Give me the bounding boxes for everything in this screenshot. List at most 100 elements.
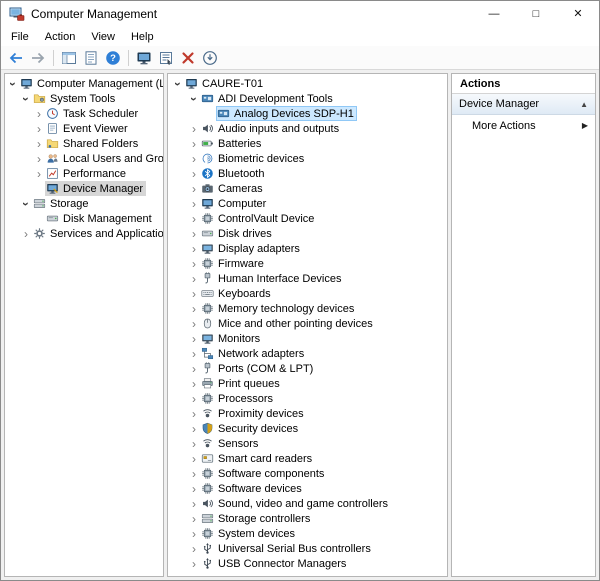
tree-item-monitors[interactable]: ›Monitors: [168, 331, 447, 346]
tree-item-content[interactable]: Task Scheduler: [45, 106, 141, 121]
menu-file[interactable]: File: [3, 31, 37, 43]
tree-item-computer-management-local[interactable]: ›Computer Management (Local: [5, 76, 163, 91]
tree-item-sensors[interactable]: ›Sensors: [168, 436, 447, 451]
uninstall-button[interactable]: [178, 48, 198, 68]
tree-item-content[interactable]: Storage: [32, 196, 92, 211]
chevron-collapsed-icon[interactable]: ›: [188, 317, 200, 331]
tree-item-bluetooth[interactable]: ›Bluetooth: [168, 166, 447, 181]
chevron-collapsed-icon[interactable]: ›: [188, 557, 200, 571]
tree-item-event-viewer[interactable]: ›Event Viewer: [5, 121, 163, 136]
tree-item-content[interactable]: Firmware: [200, 256, 267, 271]
export-list-button[interactable]: [81, 48, 101, 68]
chevron-collapsed-icon[interactable]: ›: [188, 242, 200, 256]
tree-item-content[interactable]: Memory technology devices: [200, 301, 357, 316]
tree-item-content[interactable]: Disk drives: [200, 226, 275, 241]
tree-item-content[interactable]: Performance: [45, 166, 129, 181]
chevron-collapsed-icon[interactable]: ›: [188, 272, 200, 286]
tree-item-content[interactable]: Universal Serial Bus controllers: [200, 541, 374, 556]
menu-view[interactable]: View: [83, 31, 123, 43]
tree-item-content[interactable]: ControlVault Device: [200, 211, 317, 226]
tree-item-content[interactable]: CAURE-T01: [184, 76, 266, 91]
tree-item-content[interactable]: Audio inputs and outputs: [200, 121, 342, 136]
chevron-collapsed-icon[interactable]: ›: [20, 227, 32, 241]
tree-item-system-devices[interactable]: ›System devices: [168, 526, 447, 541]
tree-item-content[interactable]: Storage controllers: [200, 511, 313, 526]
tree-item-content[interactable]: System Tools: [32, 91, 118, 106]
tree-item-proximity-devices[interactable]: ›Proximity devices: [168, 406, 447, 421]
chevron-collapsed-icon[interactable]: ›: [33, 167, 45, 181]
tree-item-content[interactable]: Device Manager: [45, 181, 146, 196]
tree-item-content[interactable]: Disk Management: [45, 211, 155, 226]
tree-item-task-scheduler[interactable]: ›Task Scheduler: [5, 106, 163, 121]
chevron-collapsed-icon[interactable]: ›: [188, 227, 200, 241]
tree-item-cameras[interactable]: ›Cameras: [168, 181, 447, 196]
tree-item-content[interactable]: Computer: [200, 196, 269, 211]
tree-item-display-adapters[interactable]: ›Display adapters: [168, 241, 447, 256]
chevron-collapsed-icon[interactable]: ›: [188, 197, 200, 211]
tree-item-caure-t01[interactable]: ›CAURE-T01: [168, 76, 447, 91]
tree-item-content[interactable]: Mice and other pointing devices: [200, 316, 376, 331]
tree-item-audio-inputs-and-outputs[interactable]: ›Audio inputs and outputs: [168, 121, 447, 136]
chevron-collapsed-icon[interactable]: ›: [188, 137, 200, 151]
chevron-collapsed-icon[interactable]: ›: [33, 107, 45, 121]
chevron-collapsed-icon[interactable]: ›: [188, 527, 200, 541]
tree-item-security-devices[interactable]: ›Security devices: [168, 421, 447, 436]
tree-item-content[interactable]: Processors: [200, 391, 276, 406]
tree-item-print-queues[interactable]: ›Print queues: [168, 376, 447, 391]
tree-item-human-interface-devices[interactable]: ›Human Interface Devices: [168, 271, 447, 286]
tree-item-content[interactable]: Security devices: [200, 421, 301, 436]
collapse-section-icon[interactable]: ▲: [580, 100, 588, 109]
chevron-collapsed-icon[interactable]: ›: [188, 452, 200, 466]
chevron-collapsed-icon[interactable]: ›: [188, 347, 200, 361]
tree-item-content[interactable]: Biometric devices: [200, 151, 307, 166]
tree-item-content[interactable]: Sound, video and game controllers: [200, 496, 391, 511]
tree-item-content[interactable]: Shared Folders: [45, 136, 141, 151]
chevron-collapsed-icon[interactable]: ›: [188, 332, 200, 346]
tree-item-content[interactable]: Display adapters: [200, 241, 303, 256]
tree-item-content[interactable]: Smart card readers: [200, 451, 315, 466]
tree-item-content[interactable]: System devices: [200, 526, 298, 541]
chevron-collapsed-icon[interactable]: ›: [188, 407, 200, 421]
chevron-collapsed-icon[interactable]: ›: [188, 182, 200, 196]
tree-item-content[interactable]: Print queues: [200, 376, 283, 391]
tree-item-firmware[interactable]: ›Firmware: [168, 256, 447, 271]
more-actions-item[interactable]: More Actions ▶: [452, 115, 595, 136]
chevron-collapsed-icon[interactable]: ›: [188, 167, 200, 181]
chevron-collapsed-icon[interactable]: ›: [188, 257, 200, 271]
chevron-collapsed-icon[interactable]: ›: [33, 152, 45, 166]
tree-item-services-and-applications[interactable]: ›Services and Applications: [5, 226, 163, 241]
tree-item-content[interactable]: Batteries: [200, 136, 264, 151]
tree-item-mice-and-other-pointing-devices[interactable]: ›Mice and other pointing devices: [168, 316, 447, 331]
tree-item-usb-connector-managers[interactable]: ›USB Connector Managers: [168, 556, 447, 571]
tree-item-analog-devices-sdp-h1[interactable]: Analog Devices SDP-H1: [168, 106, 447, 121]
chevron-collapsed-icon[interactable]: ›: [188, 287, 200, 301]
chevron-collapsed-icon[interactable]: ›: [33, 122, 45, 136]
tree-item-shared-folders[interactable]: ›Shared Folders: [5, 136, 163, 151]
tree-item-content[interactable]: Bluetooth: [200, 166, 267, 181]
tree-item-content[interactable]: Local Users and Groups: [45, 151, 164, 166]
chevron-collapsed-icon[interactable]: ›: [33, 137, 45, 151]
chevron-collapsed-icon[interactable]: ›: [188, 152, 200, 166]
tree-item-content[interactable]: Software components: [200, 466, 327, 481]
minimize-button[interactable]: —: [473, 1, 515, 27]
chevron-collapsed-icon[interactable]: ›: [188, 392, 200, 406]
tree-item-network-adapters[interactable]: ›Network adapters: [168, 346, 447, 361]
tree-item-content[interactable]: Event Viewer: [45, 121, 131, 136]
tree-item-performance[interactable]: ›Performance: [5, 166, 163, 181]
tree-item-universal-serial-bus-controllers[interactable]: ›Universal Serial Bus controllers: [168, 541, 447, 556]
tree-item-sound-video-and-game-controllers[interactable]: ›Sound, video and game controllers: [168, 496, 447, 511]
chevron-expanded-icon[interactable]: ›: [19, 93, 33, 105]
tree-item-biometric-devices[interactable]: ›Biometric devices: [168, 151, 447, 166]
tree-item-system-tools[interactable]: ›System Tools: [5, 91, 163, 106]
tree-item-software-devices[interactable]: ›Software devices: [168, 481, 447, 496]
tree-item-ports-com-lpt[interactable]: ›Ports (COM & LPT): [168, 361, 447, 376]
chevron-collapsed-icon[interactable]: ›: [188, 512, 200, 526]
tree-item-batteries[interactable]: ›Batteries: [168, 136, 447, 151]
tree-item-storage-controllers[interactable]: ›Storage controllers: [168, 511, 447, 526]
tree-item-keyboards[interactable]: ›Keyboards: [168, 286, 447, 301]
tree-item-content[interactable]: Software devices: [200, 481, 305, 496]
chevron-collapsed-icon[interactable]: ›: [188, 212, 200, 226]
titlebar[interactable]: Computer Management — □ ✕: [1, 1, 599, 27]
chevron-collapsed-icon[interactable]: ›: [188, 302, 200, 316]
chevron-collapsed-icon[interactable]: ›: [188, 362, 200, 376]
